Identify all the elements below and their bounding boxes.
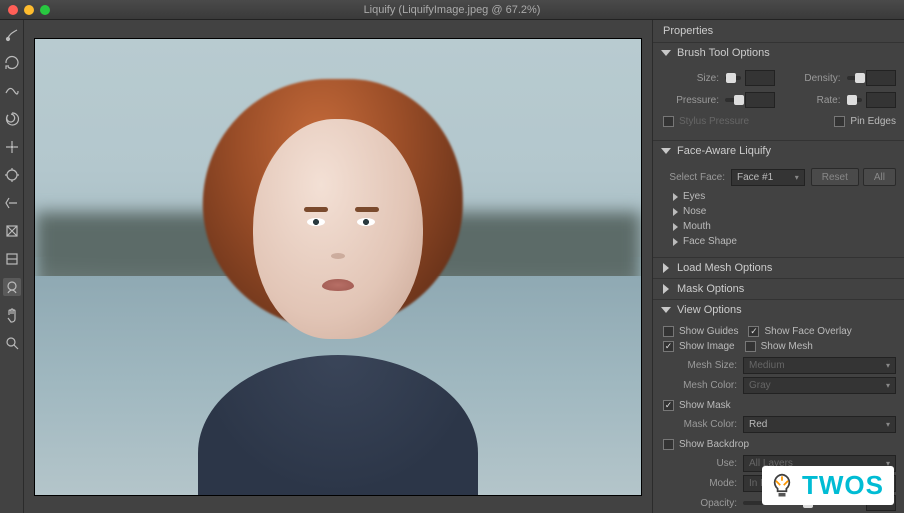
mesh-color-label: Mesh Color: [663,380,743,391]
face-tool-icon[interactable] [3,278,21,296]
chevron-down-icon: ▾ [886,381,890,390]
pin-edges-checkbox[interactable]: Pin Edges [834,114,896,129]
show-face-overlay-checkbox[interactable]: Show Face Overlay [748,324,851,339]
smooth-tool-icon[interactable] [3,82,21,100]
disclosure-triangle-icon [673,223,678,231]
disclosure-triangle-icon [673,238,678,246]
disclosure-triangle-icon [663,284,669,294]
minimize-window-button[interactable] [24,5,34,15]
size-label: Size: [663,73,725,84]
canvas-area [24,20,652,513]
chevron-down-icon: ▾ [795,173,799,182]
lightbulb-icon [768,472,796,500]
density-slider[interactable] [847,76,863,80]
pucker-tool-icon[interactable] [3,138,21,156]
all-button[interactable]: All [863,168,896,186]
close-window-button[interactable] [8,5,18,15]
disclosure-triangle-icon [661,50,671,56]
use-label: Use: [663,458,743,469]
hand-tool-icon[interactable] [3,306,21,324]
eyes-subsection[interactable]: Eyes [663,189,896,204]
disclosure-triangle-icon [673,208,678,216]
opacity-label: Opacity: [663,498,743,509]
watermark-badge: TWOS [762,466,894,505]
zoom-tool-icon[interactable] [3,334,21,352]
view-options-header[interactable]: View Options [653,300,904,320]
push-left-tool-icon[interactable] [3,194,21,212]
rate-slider[interactable] [847,98,863,102]
size-slider[interactable] [725,76,741,80]
disclosure-triangle-icon [661,307,671,313]
mesh-size-label: Mesh Size: [663,360,743,371]
brush-options-header[interactable]: Brush Tool Options [653,43,904,63]
image-canvas[interactable] [34,38,642,496]
mouth-subsection[interactable]: Mouth [663,219,896,234]
mesh-size-dropdown: Medium▾ [743,357,896,374]
properties-panel: Properties Brush Tool Options Size: Dens… [652,20,904,513]
rate-input[interactable] [866,92,896,108]
disclosure-triangle-icon [663,263,669,273]
show-guides-checkbox[interactable]: Show Guides [663,324,738,339]
select-face-label: Select Face: [663,172,731,183]
mask-color-dropdown[interactable]: Red▾ [743,416,896,433]
mask-options-header[interactable]: Mask Options [653,279,904,299]
mode-label: Mode: [663,478,743,489]
mask-color-label: Mask Color: [663,419,743,430]
face-aware-header[interactable]: Face-Aware Liquify [653,141,904,161]
show-mask-checkbox[interactable]: Show Mask [663,398,896,413]
density-label: Density: [785,73,847,84]
window-title: Liquify (LiquifyImage.jpeg @ 67.2%) [364,4,541,16]
bloat-tool-icon[interactable] [3,166,21,184]
size-input[interactable] [745,70,775,86]
nose-subsection[interactable]: Nose [663,204,896,219]
chevron-down-icon: ▾ [886,420,890,429]
reconstruct-tool-icon[interactable] [3,54,21,72]
show-backdrop-checkbox[interactable]: Show Backdrop [663,437,896,452]
maximize-window-button[interactable] [40,5,50,15]
density-input[interactable] [866,70,896,86]
select-face-dropdown[interactable]: Face #1▾ [731,169,805,186]
stylus-pressure-checkbox: Stylus Pressure [663,114,749,129]
disclosure-triangle-icon [673,193,678,201]
load-mesh-header[interactable]: Load Mesh Options [653,258,904,278]
mesh-color-dropdown: Gray▾ [743,377,896,394]
show-mesh-checkbox[interactable]: Show Mesh [745,339,813,354]
forward-warp-tool-icon[interactable] [3,26,21,44]
freeze-mask-tool-icon[interactable] [3,222,21,240]
watermark-text: TWOS [802,470,884,501]
panel-title: Properties [653,20,904,43]
chevron-down-icon: ▾ [886,361,890,370]
show-image-checkbox[interactable]: Show Image [663,339,735,354]
rate-label: Rate: [785,95,847,106]
disclosure-triangle-icon [661,148,671,154]
pressure-input[interactable] [745,92,775,108]
thaw-mask-tool-icon[interactable] [3,250,21,268]
twirl-tool-icon[interactable] [3,110,21,128]
window-titlebar: Liquify (LiquifyImage.jpeg @ 67.2%) [0,0,904,20]
pressure-label: Pressure: [663,95,725,106]
tool-strip [0,20,24,513]
face-shape-subsection[interactable]: Face Shape [663,234,896,249]
reset-button[interactable]: Reset [811,168,859,186]
pressure-slider[interactable] [725,98,741,102]
